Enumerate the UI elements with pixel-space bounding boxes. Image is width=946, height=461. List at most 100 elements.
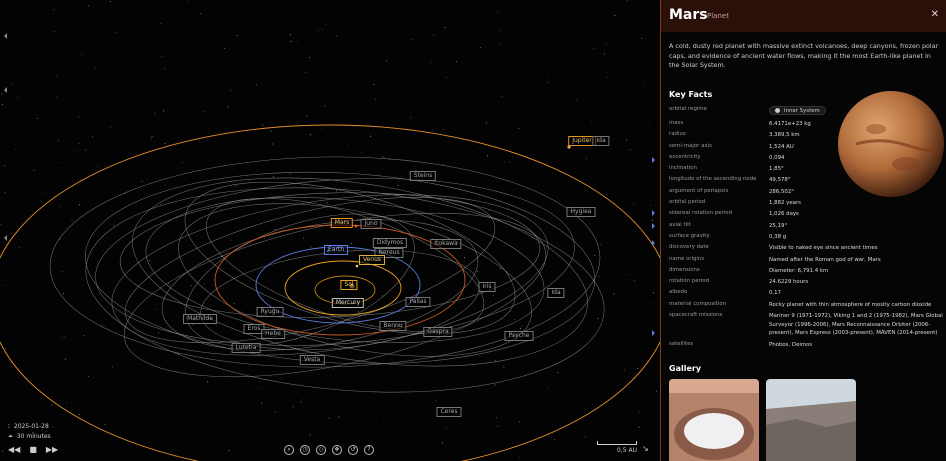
tag-icon[interactable]: ◇: [316, 445, 326, 455]
fact-label: inclination: [669, 165, 697, 172]
label-vesta[interactable]: Vesta: [299, 355, 325, 365]
solar-system-viewport[interactable]: Jupiter Ida Steins Hygiea Mars Juno Didymos Ito…: [0, 0, 660, 461]
fact-label: radius: [669, 131, 686, 138]
fact-value: 1,85°: [769, 166, 784, 173]
panel-header: Mars Planet ✕: [661, 0, 946, 32]
fact-label: name origins: [669, 255, 705, 262]
label-mathilde[interactable]: Mathilde: [183, 314, 217, 324]
fast-forward-button[interactable]: ▶▶: [46, 445, 58, 454]
fact-label: axial tilt: [669, 221, 691, 228]
label-hygiea[interactable]: Hygiea: [566, 207, 596, 217]
venus-marker: [355, 264, 359, 268]
fact-value: 286,502°: [769, 188, 794, 195]
layers-icon[interactable]: ❖: [332, 445, 342, 455]
gallery-image-surface[interactable]: [766, 379, 856, 461]
scale-label: 0,5 AU: [617, 447, 637, 454]
fact-label: surface gravity: [669, 232, 710, 239]
fact-label: discovery date: [669, 244, 709, 251]
time-step: 30 minutes: [16, 433, 51, 440]
scale-bar-line: [597, 441, 637, 445]
fact-label: mass: [669, 120, 684, 126]
fact-value: 0,17: [769, 290, 782, 297]
fact-value: Diameter: 6,791.4 km: [769, 267, 829, 274]
orbital-regime-chip[interactable]: Inner System: [769, 106, 826, 115]
fact-label: dimensions: [669, 266, 700, 273]
offscreen-indicator[interactable]: [652, 330, 655, 336]
fact-row: longitude of the ascending node 49,578°: [669, 176, 944, 187]
search-icon[interactable]: ⌕: [284, 445, 294, 455]
label-ryugu[interactable]: Ryugu: [256, 307, 284, 317]
fact-label: orbital regime: [669, 106, 707, 112]
minor-body-orbit: [205, 197, 485, 333]
label-bennu[interactable]: Bennu: [379, 321, 407, 331]
rewind-button[interactable]: ◀◀: [8, 445, 20, 454]
label-didymos[interactable]: Didymos: [372, 238, 408, 248]
label-juno[interactable]: Juno: [360, 219, 382, 229]
offscreen-indicator[interactable]: [652, 240, 655, 246]
key-facts-list: orbital regime Inner System mass 6.4171e+…: [669, 106, 944, 352]
offscreen-indicator[interactable]: [4, 235, 7, 241]
key-facts-heading: Key Facts: [669, 90, 713, 99]
fact-row: semi-major axis 1,524 AU: [669, 143, 944, 154]
label-stains[interactable]: Steins: [409, 171, 437, 181]
fact-value: 25,19°: [769, 222, 788, 229]
label-hebe[interactable]: Hebe: [261, 329, 285, 339]
fact-value: 1,524 AU: [769, 143, 794, 150]
orbit-canvas[interactable]: [0, 0, 660, 461]
minor-body-orbit: [132, 177, 588, 367]
fact-row: axial tilt 25,19°: [669, 222, 944, 233]
label-ida[interactable]: Ida: [592, 136, 610, 146]
offscreen-indicator[interactable]: [652, 157, 655, 163]
fact-value: 24.6229 hours: [769, 279, 809, 286]
label-venus[interactable]: Venus: [358, 255, 386, 265]
expand-arrow-icon[interactable]: ↘: [642, 444, 649, 453]
fact-row: discovery date Visible to naked eye since…: [669, 244, 944, 255]
playback-controls: ◀◀ ■ ▶▶: [8, 445, 58, 454]
fact-row: surface gravity 0,38 g: [669, 233, 944, 244]
fact-value: 1,026 days: [769, 211, 799, 218]
label-itokawa[interactable]: Itokawa: [430, 239, 462, 249]
fact-value: 0,094: [769, 154, 785, 161]
close-button[interactable]: ✕: [931, 9, 939, 20]
fact-label: longitude of the ascending node: [669, 176, 757, 183]
fact-label: spacecraft missions: [669, 312, 723, 319]
fact-value: 49,578°: [769, 177, 791, 184]
fact-value: Rocky planet with thin atmosphere of mos…: [769, 301, 932, 308]
minor-body-orbit: [123, 212, 547, 378]
offscreen-indicator[interactable]: [4, 33, 7, 39]
help-icon[interactable]: ?: [364, 445, 374, 455]
fact-rows: mass 6.4171e+23 kg radius 3,389,5 km semi-ma…: [669, 120, 944, 352]
gallery-image-crater-ice[interactable]: [669, 379, 759, 461]
offscreen-indicator[interactable]: [4, 87, 7, 93]
fact-row: rotation period 24.6229 hours: [669, 278, 944, 289]
minor-body-orbit: [124, 197, 496, 343]
label-mars[interactable]: Mars: [330, 218, 354, 228]
sim-date: 2025-01-28: [13, 423, 49, 430]
scale-bar: 0,5 AU: [597, 441, 637, 454]
minor-body-orbit: [161, 219, 479, 351]
fact-label: material composition: [669, 300, 727, 307]
label-lutetia[interactable]: Lutetia: [231, 343, 261, 353]
label-earth[interactable]: Earth: [323, 245, 349, 255]
panel-subtitle: Planet: [707, 12, 729, 20]
label-mercury[interactable]: Mercury: [331, 298, 365, 308]
fact-row: inclination 1,85°: [669, 165, 944, 176]
history-icon[interactable]: ↺: [348, 445, 358, 455]
offscreen-indicator[interactable]: [652, 223, 655, 229]
fact-row: argument of periapsis 286,502°: [669, 188, 944, 199]
offscreen-indicator[interactable]: [652, 210, 655, 216]
fact-value: 3,389,5 km: [769, 132, 800, 139]
label-pallas[interactable]: Pallas: [405, 297, 431, 307]
fact-value: Mariner 9 (1971-1972), Viking 1 and 2 (1…: [769, 313, 943, 337]
clock-icon[interactable]: ◷: [300, 445, 310, 455]
minor-body-orbit: [184, 181, 516, 335]
label-gaspra[interactable]: Gaspra: [423, 327, 453, 337]
stop-button[interactable]: ■: [29, 445, 37, 454]
label-iris[interactable]: Iris: [478, 282, 496, 292]
label-sol[interactable]: Sol: [340, 280, 358, 290]
label-psyche[interactable]: Psyche: [504, 331, 534, 341]
label-ida-2[interactable]: Ida: [547, 288, 565, 298]
label-ceres[interactable]: Ceres: [436, 407, 462, 417]
fact-label: sidereal rotation period: [669, 210, 732, 217]
fact-label: orbital period: [669, 199, 706, 206]
